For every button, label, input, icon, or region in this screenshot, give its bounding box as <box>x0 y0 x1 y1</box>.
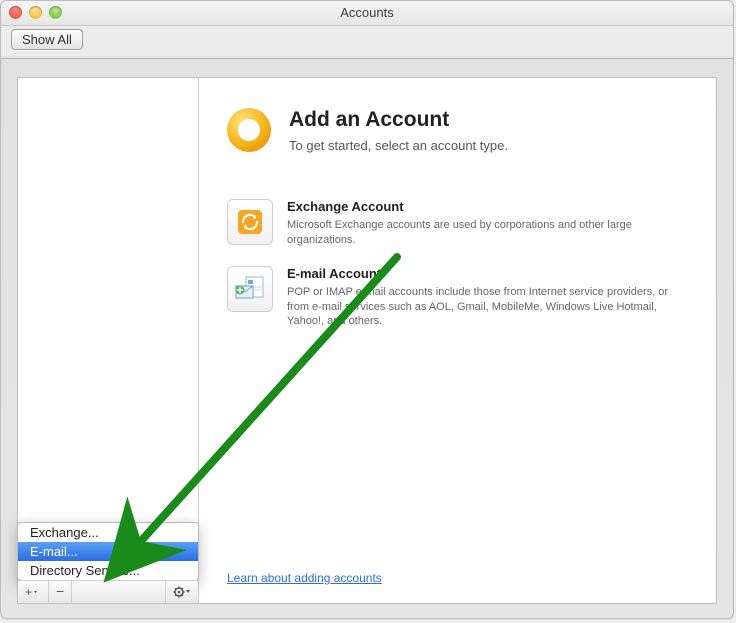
content-panel: Exchange... E-mail... Directory Service.… <box>17 77 717 604</box>
email-title: E-mail Account <box>287 266 688 281</box>
sidebar-bottom-bar: + − <box>18 580 198 603</box>
exchange-icon <box>227 199 273 245</box>
learn-link[interactable]: Learn about adding accounts <box>227 571 382 585</box>
show-all-button[interactable]: Show All <box>11 29 83 50</box>
minimize-icon[interactable] <box>29 6 42 19</box>
menu-item-exchange[interactable]: Exchange... <box>18 523 198 542</box>
page-title: Add an Account <box>289 108 508 132</box>
exchange-desc: Microsoft Exchange accounts are used by … <box>287 218 688 248</box>
accounts-window: Accounts Show All Exchange... E-mail... … <box>0 0 734 619</box>
menu-item-directory-service[interactable]: Directory Service... <box>18 561 198 580</box>
menu-item-email[interactable]: E-mail... <box>18 542 198 561</box>
toolbar: Show All <box>1 26 733 59</box>
close-icon[interactable] <box>9 6 22 19</box>
email-desc: POP or IMAP e-mail accounts include thos… <box>287 285 688 330</box>
window-controls <box>9 6 62 19</box>
titlebar: Accounts <box>1 1 733 26</box>
accounts-sidebar: Exchange... E-mail... Directory Service.… <box>18 78 199 603</box>
add-account-menu: Exchange... E-mail... Directory Service.… <box>17 522 199 581</box>
zoom-icon[interactable] <box>49 6 62 19</box>
page-subtitle: To get started, select an account type. <box>289 138 508 153</box>
window-title: Accounts <box>340 5 393 20</box>
remove-account-button[interactable]: − <box>49 581 72 603</box>
exchange-title: Exchange Account <box>287 199 688 214</box>
email-account-option[interactable]: E-mail Account POP or IMAP e-mail accoun… <box>227 266 688 330</box>
email-icon <box>227 266 273 312</box>
outlook-icon <box>227 108 271 152</box>
settings-button[interactable] <box>165 581 198 603</box>
add-account-button[interactable]: + <box>18 581 49 603</box>
add-account-hero: Add an Account To get started, select an… <box>227 108 688 153</box>
svg-text:+: + <box>25 587 32 597</box>
main-panel: Add an Account To get started, select an… <box>199 78 716 603</box>
exchange-account-option[interactable]: Exchange Account Microsoft Exchange acco… <box>227 199 688 248</box>
